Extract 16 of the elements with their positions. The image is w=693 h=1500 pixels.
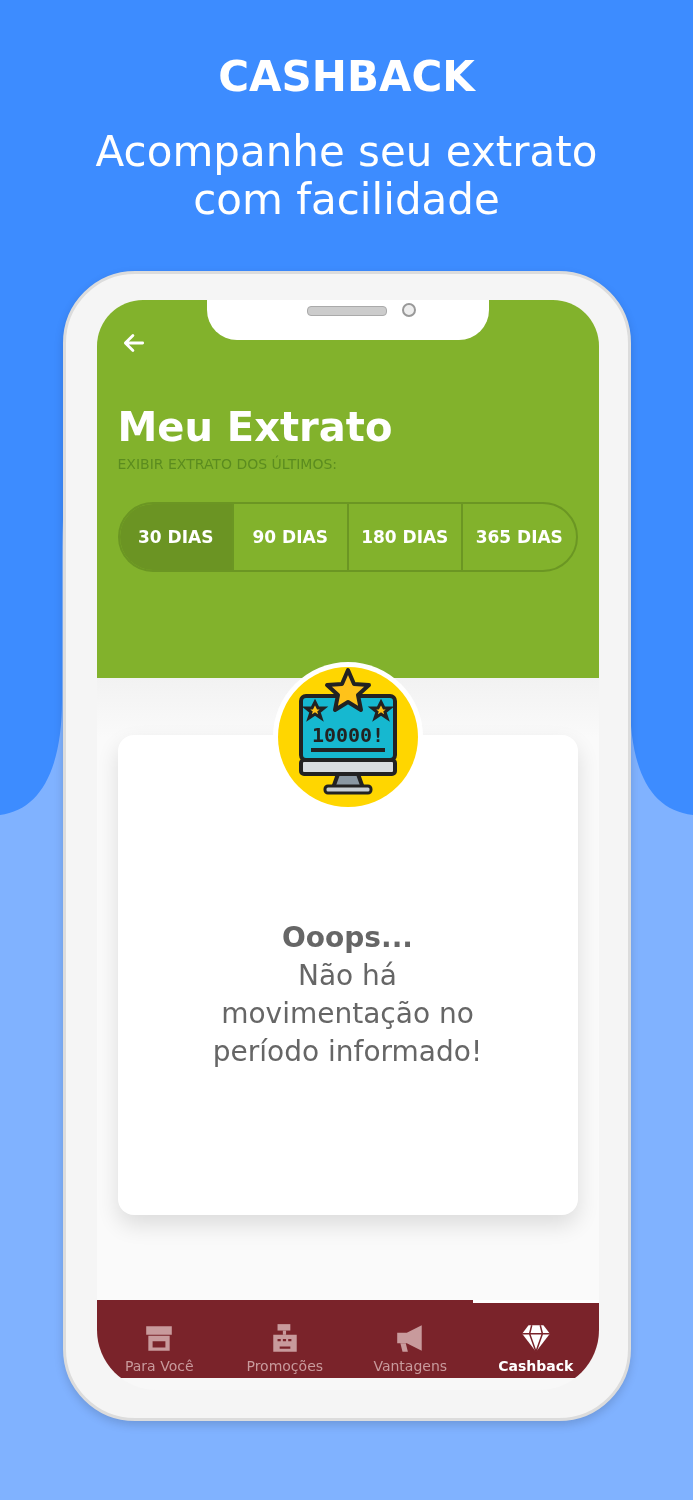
empty-message: Não há movimentação no período informado! — [211, 958, 484, 1070]
camera-icon — [401, 303, 416, 317]
speaker-icon — [306, 306, 387, 316]
nav-tab[interactable]: Para Você — [96, 1300, 222, 1378]
nav-tab[interactable]: Cashback — [473, 1300, 599, 1378]
banner-title: CASHBACK — [218, 52, 475, 102]
screen-title: Meu Extrato — [117, 403, 393, 452]
period-tab[interactable]: 365 DIAS — [461, 504, 576, 570]
empty-title: Ooops... — [282, 920, 413, 956]
period-tab[interactable]: 90 DIAS — [232, 504, 347, 570]
period-tab[interactable]: 180 DIAS — [346, 504, 461, 570]
period-tab[interactable]: 30 DIAS — [119, 504, 232, 570]
nav-tab[interactable]: Vantagens — [347, 1300, 473, 1378]
diamond-icon — [519, 1322, 552, 1354]
banner-subtitle: Acompanhe seu extrato com facilidade — [94, 128, 599, 224]
nav-tab[interactable]: Promoções — [222, 1300, 348, 1378]
